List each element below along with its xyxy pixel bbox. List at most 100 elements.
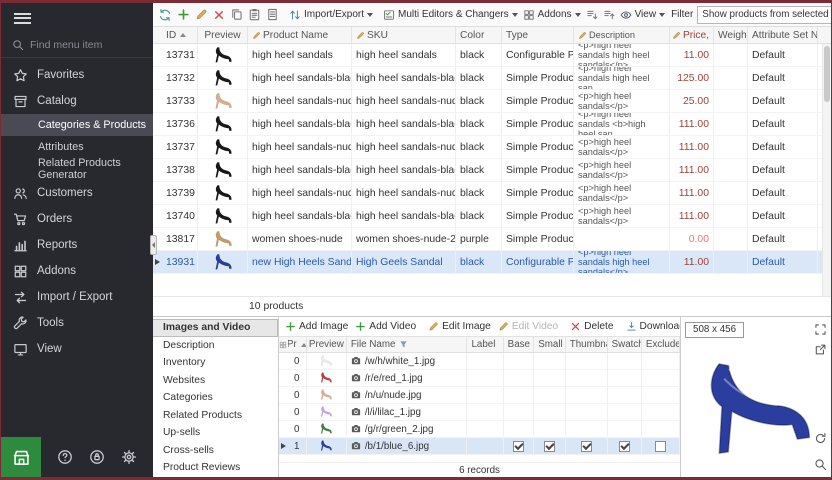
- cell-weight[interactable]: [714, 228, 748, 250]
- tab-websites[interactable]: Websites: [153, 372, 278, 390]
- cell-attribute-set[interactable]: Default: [748, 67, 818, 89]
- swatch-checkbox[interactable]: [619, 441, 630, 452]
- refresh-button[interactable]: [156, 5, 174, 25]
- cell-description[interactable]: <p>high heel sandals high heel sandals</…: [574, 251, 670, 273]
- cell-sku[interactable]: high heel sandals-black-37: [352, 159, 456, 181]
- cell-sku[interactable]: High Geels Sandal: [352, 251, 456, 273]
- cell-id[interactable]: 13737: [162, 136, 198, 158]
- base-checkbox[interactable]: [513, 441, 524, 452]
- column-header-attribute-set-name[interactable]: Attribute Set Name: [748, 27, 818, 43]
- sidebar-item-catalog[interactable]: Catalog: [1, 88, 153, 114]
- cell-file-name[interactable]: /g/r/green_2.jpg: [347, 421, 468, 437]
- cell-color[interactable]: black: [456, 205, 502, 227]
- cell-id[interactable]: 13732: [162, 67, 198, 89]
- cell-type[interactable]: Simple Product: [502, 136, 574, 158]
- cell-price[interactable]: 11.00: [670, 44, 714, 66]
- tab-related-products[interactable]: Related Products: [153, 407, 278, 425]
- scrollbar-thumb[interactable]: [824, 46, 830, 102]
- cell-description[interactable]: <p>high heel sandals high heel sandals</…: [574, 44, 670, 66]
- product-row[interactable]: 13817 women shoes-nude women shoes-nude-…: [153, 228, 831, 251]
- cell-preview[interactable]: [198, 228, 248, 250]
- cell-price[interactable]: 11.00: [670, 251, 714, 273]
- cell-attribute-set[interactable]: Default: [748, 90, 818, 112]
- cell-weight[interactable]: [714, 67, 748, 89]
- sidebar-splitter-handle[interactable]: [150, 235, 157, 255]
- cell-attribute-set[interactable]: Default: [748, 228, 818, 250]
- search-input[interactable]: [30, 39, 142, 51]
- add-video-button[interactable]: Add Video: [352, 321, 419, 332]
- cell-priority[interactable]: 1: [288, 438, 307, 454]
- cell-preview[interactable]: [198, 159, 248, 181]
- cell-id[interactable]: 13738: [162, 159, 198, 181]
- cell-priority[interactable]: 0: [288, 353, 307, 369]
- expand-rows-button[interactable]: [584, 5, 600, 25]
- product-row[interactable]: 13738 high heel sandals-black-37 high he…: [153, 159, 831, 182]
- column-header-base[interactable]: Base: [504, 337, 535, 352]
- cell-id[interactable]: 13739: [162, 182, 198, 204]
- cell-preview[interactable]: [198, 67, 248, 89]
- cell-label[interactable]: [467, 404, 503, 420]
- cell-description[interactable]: <p>high heel sandals</p>: [574, 90, 670, 112]
- exclude-checkbox[interactable]: [655, 441, 666, 452]
- column-header-sku[interactable]: SKU: [352, 27, 456, 43]
- category-filter-select[interactable]: Show products from selected categories: [697, 6, 831, 24]
- collapse-rows-button[interactable]: [601, 5, 617, 25]
- sidebar-item-favorites[interactable]: Favorites: [1, 62, 153, 88]
- rotate-icon[interactable]: [814, 432, 827, 445]
- cell-sku[interactable]: high heel sandals-black: [352, 67, 456, 89]
- edit-product-button[interactable]: [193, 5, 210, 25]
- cell-color[interactable]: black: [456, 136, 502, 158]
- cell-priority[interactable]: 0: [288, 421, 307, 437]
- cell-price[interactable]: 25.00: [670, 90, 714, 112]
- cell-attribute-set[interactable]: Default: [748, 205, 818, 227]
- cell-sku[interactable]: high heel sandals-nude-37: [352, 182, 456, 204]
- cell-attribute-set[interactable]: Default: [748, 251, 818, 273]
- column-header-price[interactable]: Price,: [670, 27, 714, 43]
- tab-images-and-video[interactable]: Images and Video: [153, 319, 278, 337]
- cell-label[interactable]: [467, 387, 503, 403]
- cell-preview[interactable]: [198, 44, 248, 66]
- cell-sku[interactable]: high heel sandals: [352, 44, 456, 66]
- thumbnail-checkbox[interactable]: [581, 441, 592, 452]
- cell-sku[interactable]: high heel sandals-nude-36: [352, 136, 456, 158]
- cell-preview[interactable]: [198, 113, 248, 135]
- store-button[interactable]: [1, 437, 41, 477]
- column-header-weight[interactable]: Weight: [714, 27, 748, 43]
- column-header-preview[interactable]: Preview: [198, 27, 248, 43]
- cell-preview[interactable]: [198, 182, 248, 204]
- cell-id[interactable]: 13817: [162, 228, 198, 250]
- product-row[interactable]: 13737 high heel sandals-nude-36 high hee…: [153, 136, 831, 159]
- cell-product-name[interactable]: new High Heels Sandals: [248, 251, 352, 273]
- product-row[interactable]: 13733 high heel sandals-nude high heel s…: [153, 90, 831, 113]
- cell-exclude[interactable]: [642, 438, 680, 454]
- cell-color[interactable]: black: [456, 159, 502, 181]
- sidebar-item-view[interactable]: View: [1, 336, 153, 362]
- cell-file-name[interactable]: /r/e/red_1.jpg: [347, 370, 468, 386]
- cell-thumbnail[interactable]: [566, 438, 608, 454]
- cell-priority[interactable]: 0: [288, 404, 307, 420]
- cell-preview[interactable]: [307, 438, 347, 454]
- sidebar-item-customers[interactable]: Customers: [1, 180, 153, 206]
- cell-type[interactable]: Simple Product: [502, 205, 574, 227]
- sidebar-item-categories-products[interactable]: Categories & Products: [1, 114, 153, 136]
- tab-product-reviews[interactable]: Product Reviews: [153, 459, 278, 477]
- cell-label[interactable]: [467, 370, 503, 386]
- cell-preview[interactable]: [198, 205, 248, 227]
- cell-color[interactable]: black: [456, 251, 502, 273]
- column-header-file-name[interactable]: File Name: [347, 337, 468, 352]
- sidebar-item-tools[interactable]: Tools: [1, 310, 153, 336]
- column-header-preview[interactable]: Preview: [307, 337, 347, 352]
- cell-preview[interactable]: [307, 387, 347, 403]
- cell-product-name[interactable]: high heel sandals-nude-37: [248, 182, 352, 204]
- cell-preview[interactable]: [307, 370, 347, 386]
- lock-icon[interactable]: [89, 449, 105, 465]
- fullscreen-icon[interactable]: [814, 323, 827, 336]
- add-product-button[interactable]: [175, 5, 192, 25]
- cell-sku[interactable]: high heel sandals-black-36: [352, 113, 456, 135]
- cell-priority[interactable]: 0: [288, 387, 307, 403]
- cell-attribute-set[interactable]: Default: [748, 136, 818, 158]
- add-image-button[interactable]: Add Image: [282, 321, 351, 332]
- cell-base[interactable]: [504, 438, 535, 454]
- cell-preview[interactable]: [198, 251, 248, 273]
- cell-weight[interactable]: [714, 90, 748, 112]
